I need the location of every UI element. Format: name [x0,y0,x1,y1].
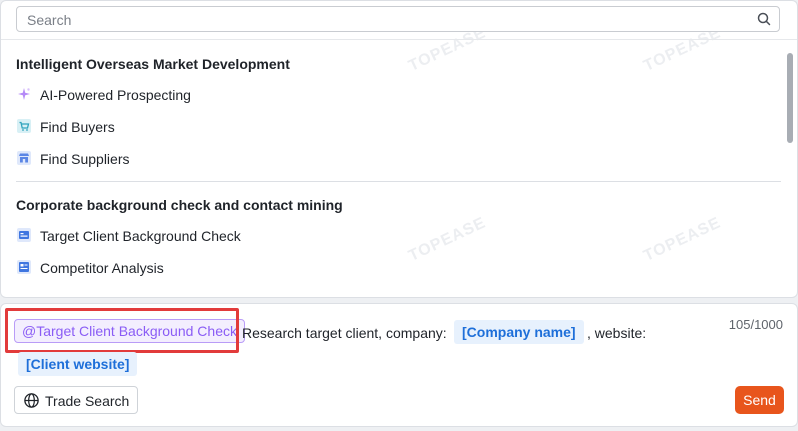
menu-item-target-client-background-check[interactable]: Target Client Background Check [16,226,256,246]
watermark: TOPEASE [406,214,489,265]
search-input[interactable]: Search [16,6,780,32]
menu-item-find-suppliers[interactable]: Find Suppliers [16,149,146,169]
group-divider [16,181,781,182]
search-icon[interactable] [756,11,772,27]
skill-dropdown: TOPEASE TOPEASE TOPEASE TOPEASE Search I… [0,0,798,298]
trade-search-button[interactable]: Trade Search [14,386,138,414]
report-icon [17,260,31,274]
prompt-text-company: Research target client, company: [242,325,447,341]
group-title-market-development: Intelligent Overseas Market Development [16,56,290,72]
globe-icon [24,393,39,408]
skill-mention-tag[interactable]: @Target Client Background Check [14,319,245,343]
menu-item-label: AI-Powered Prospecting [40,87,191,103]
cart-icon [17,119,31,133]
watermark: TOPEASE [641,214,724,265]
store-icon [17,151,31,165]
sparkle-icon [18,88,30,100]
prompt-composer[interactable]: 105/1000 @Target Client Background Check… [0,303,798,427]
company-name-slot[interactable]: [Company name] [454,320,584,344]
menu-item-ai-prospecting[interactable]: AI-Powered Prospecting [16,85,216,105]
search-placeholder: Search [27,12,72,28]
menu-item-label: Find Buyers [40,119,115,135]
client-website-slot[interactable]: [Client website] [18,352,138,376]
id-card-icon [17,228,31,242]
search-divider [1,39,797,40]
trade-search-label: Trade Search [45,393,130,409]
menu-item-label: Competitor Analysis [40,260,164,276]
character-counter: 105/1000 [728,317,783,332]
menu-item-label: Target Client Background Check [40,228,241,244]
menu-item-find-buyers[interactable]: Find Buyers [16,117,136,137]
menu-item-label: Find Suppliers [40,151,130,167]
group-title-background-check: Corporate background check and contact m… [16,197,343,213]
dropdown-scrollbar[interactable] [787,53,793,143]
menu-item-competitor-analysis[interactable]: Competitor Analysis [16,258,176,278]
prompt-text-website: , website: [587,325,647,341]
send-button[interactable]: Send [735,386,784,414]
